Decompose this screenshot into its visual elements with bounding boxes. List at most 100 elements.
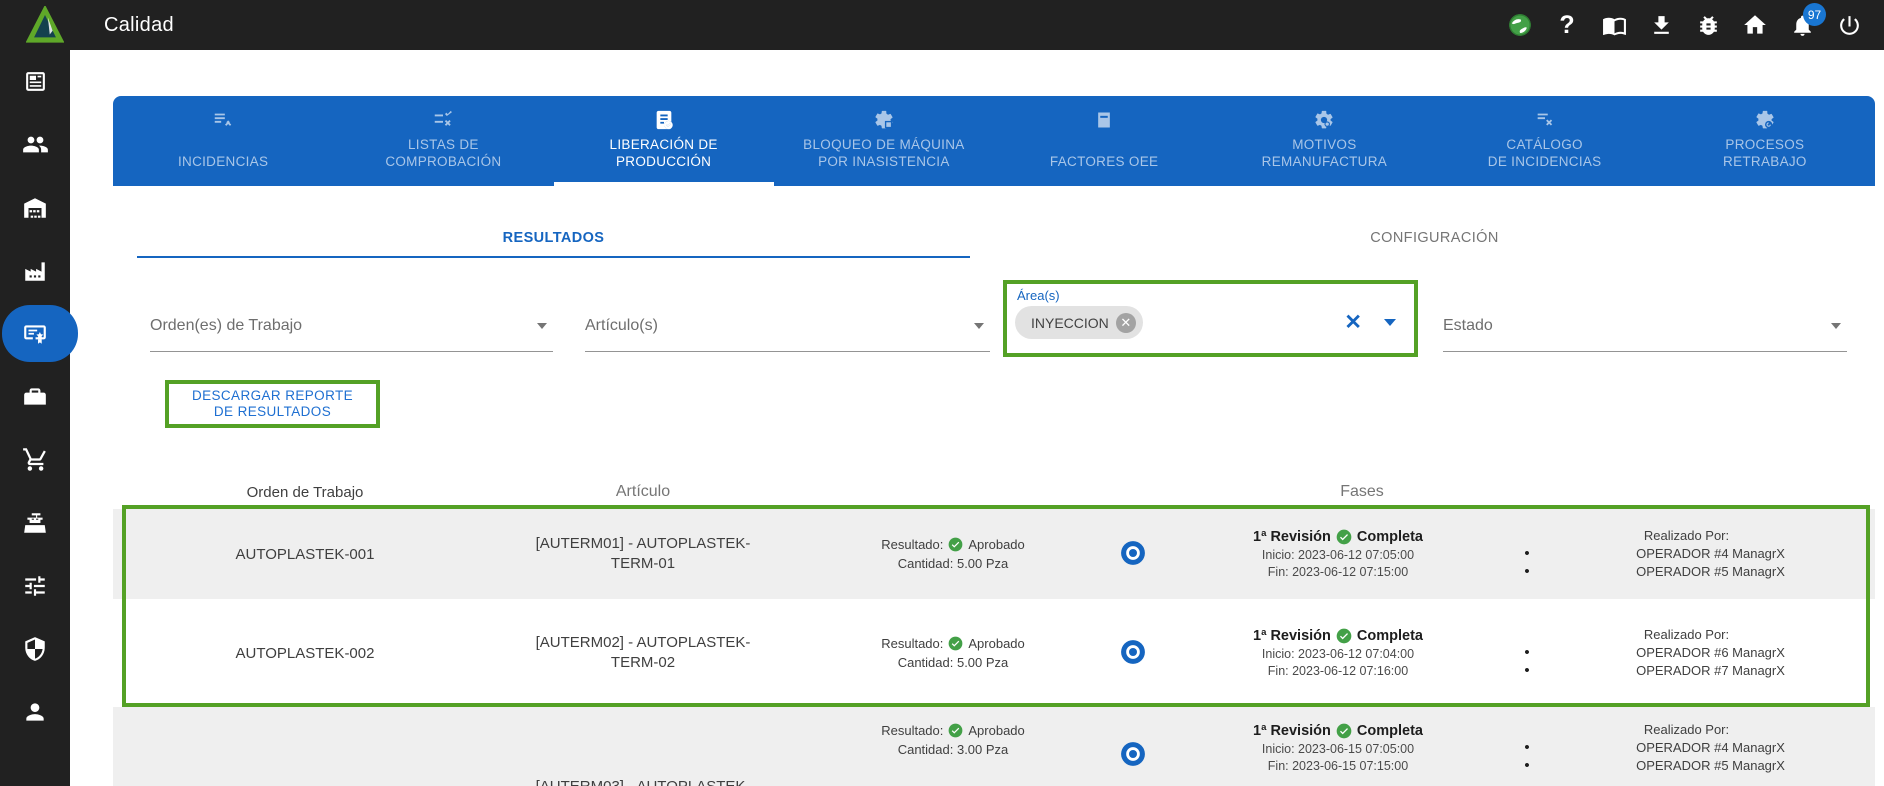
sidebar-item-noticias[interactable] bbox=[0, 50, 70, 113]
playlist-remove-icon bbox=[212, 107, 234, 131]
warehouse-icon bbox=[22, 195, 48, 221]
sidebar-item-configuracion[interactable] bbox=[0, 554, 70, 617]
cell-realizado-por: Realizado Por: •OPERADOR #4 ManagrX •OPE… bbox=[1503, 527, 1870, 581]
sidebar-item-seguridad[interactable] bbox=[0, 617, 70, 680]
cell-realizado-por: Realizado Por: •OPERADOR #4 ManagrX •OPE… bbox=[1503, 721, 1870, 775]
tab-motivos-remanufactura[interactable]: MOTIVOSREMANUFACTURA bbox=[1214, 96, 1434, 186]
person-icon bbox=[22, 699, 48, 725]
topbar-actions: ? 97 bbox=[1507, 12, 1862, 38]
cell-fases: 1ª Revisión Completa Inicio: 2023-06-12 … bbox=[1173, 626, 1503, 680]
cell-orden: AUTOPLASTEK-002 bbox=[137, 645, 473, 662]
sidebar-item-compras[interactable] bbox=[0, 428, 70, 491]
tab-procesos-retrabajo[interactable]: PROCESOSRETRABAJO bbox=[1655, 96, 1875, 186]
topbar: Calidad ? 97 bbox=[0, 0, 1884, 50]
page-title: Calidad bbox=[104, 14, 174, 37]
chevron-down-icon[interactable] bbox=[1384, 319, 1396, 326]
header-articulo: Artículo bbox=[473, 483, 813, 501]
sidebar-item-produccion[interactable] bbox=[0, 239, 70, 302]
factory-icon bbox=[22, 258, 48, 284]
table-row: [AUTERM03] - AUTOPLASTEK- Resultado: Apr… bbox=[113, 707, 1875, 786]
app-logo-icon bbox=[26, 6, 64, 44]
area-label: Área(s) bbox=[1017, 288, 1406, 303]
download-icon[interactable] bbox=[1648, 12, 1674, 38]
power-icon[interactable] bbox=[1836, 12, 1862, 38]
subtab-configuracion[interactable]: CONFIGURACIÓN bbox=[994, 220, 1875, 256]
sidebar-item-calidad[interactable] bbox=[0, 302, 70, 365]
bullet: • bbox=[1503, 739, 1551, 757]
list-remove-icon bbox=[1534, 107, 1556, 131]
view-details-button[interactable] bbox=[1120, 639, 1146, 668]
eye-icon bbox=[1120, 540, 1146, 566]
subtab-label: CONFIGURACIÓN bbox=[1370, 230, 1498, 246]
area-chip-label: INYECCION bbox=[1031, 315, 1109, 331]
gear-block-icon bbox=[873, 107, 895, 131]
download-report-highlight: DESCARGAR REPORTE DE RESULTADOS bbox=[165, 380, 380, 428]
tab-bloqueo-maquina[interactable]: BLOQUEO DE MÁQUINAPOR INASISTENCIA bbox=[774, 96, 994, 186]
tab-listas-comprobacion[interactable]: LISTAS DECOMPROBACIÓN bbox=[333, 96, 553, 186]
sidebar-item-ventas[interactable] bbox=[0, 491, 70, 554]
bullet: • bbox=[1503, 545, 1551, 563]
tab-label: PROCESOS bbox=[1725, 136, 1804, 153]
header-fases: Fases bbox=[1197, 483, 1527, 501]
module-tabbar: INCIDENCIAS LISTAS DECOMPROBACIÓN LIBERA… bbox=[113, 96, 1875, 186]
bug-icon[interactable] bbox=[1695, 12, 1721, 38]
tab-label: FACTORES OEE bbox=[1050, 153, 1158, 170]
shield-icon bbox=[22, 636, 48, 662]
view-details-button[interactable] bbox=[1120, 540, 1146, 569]
eye-icon bbox=[1120, 639, 1146, 665]
articulo-select[interactable]: Artículo(s) bbox=[585, 300, 990, 352]
help-icon[interactable]: ? bbox=[1554, 12, 1580, 38]
cell-orden: AUTOPLASTEK-001 bbox=[137, 546, 473, 563]
home-icon[interactable] bbox=[1742, 12, 1768, 38]
articulo-label: Artículo(s) bbox=[585, 317, 658, 335]
area-chip[interactable]: INYECCION ✕ bbox=[1015, 306, 1143, 339]
bullet: • bbox=[1503, 662, 1551, 680]
check-circle-icon bbox=[1336, 723, 1352, 739]
checklist-icon bbox=[432, 107, 454, 131]
clear-selection-icon[interactable]: ✕ bbox=[1344, 312, 1362, 333]
bell-icon[interactable]: 97 bbox=[1789, 12, 1815, 38]
tab-factores-oee[interactable]: FACTORES OEE bbox=[994, 96, 1214, 186]
tab-label: LIBERACIÓN DE bbox=[610, 136, 718, 153]
archive-box-icon bbox=[1094, 107, 1114, 131]
download-report-button[interactable]: DESCARGAR REPORTE DE RESULTADOS bbox=[192, 388, 353, 420]
estado-select[interactable]: Estado bbox=[1443, 300, 1847, 352]
orden-trabajo-select[interactable]: Orden(es) de Trabajo bbox=[150, 300, 553, 352]
check-circle-icon bbox=[1336, 628, 1352, 644]
tab-incidencias[interactable]: INCIDENCIAS bbox=[113, 96, 333, 186]
cell-fases: 1ª Revisión Completa Inicio: 2023-06-15 … bbox=[1173, 721, 1503, 775]
table-header: Orden de Trabajo Artículo Fases bbox=[113, 475, 1875, 509]
eye-icon bbox=[1120, 741, 1146, 767]
header-orden: Orden de Trabajo bbox=[137, 484, 473, 501]
globe-icon[interactable] bbox=[1507, 12, 1533, 38]
bullet: • bbox=[1503, 563, 1551, 581]
tab-label: INCIDENCIAS bbox=[178, 153, 268, 170]
sidebar-item-mantenimiento[interactable] bbox=[0, 365, 70, 428]
tab-liberacion-produccion[interactable]: LIBERACIÓN DEPRODUCCIÓN bbox=[554, 96, 774, 186]
check-circle-icon bbox=[948, 636, 963, 651]
gear-rework-icon bbox=[1754, 107, 1776, 131]
check-circle-icon bbox=[948, 723, 963, 738]
sidebar-item-personal[interactable] bbox=[0, 113, 70, 176]
tab-label: LISTAS DE bbox=[408, 136, 479, 153]
book-icon[interactable] bbox=[1601, 12, 1627, 38]
gears-icon bbox=[1313, 107, 1335, 131]
cell-articulo: [AUTERM03] - AUTOPLASTEK- bbox=[473, 777, 813, 786]
sidebar-item-almacen[interactable] bbox=[0, 176, 70, 239]
quality-certificate-icon bbox=[22, 321, 48, 347]
table-row: AUTOPLASTEK-002 [AUTERM02] - AUTOPLASTEK… bbox=[113, 599, 1875, 707]
area-select-highlighted[interactable]: Área(s) INYECCION ✕ ✕ bbox=[1003, 280, 1418, 357]
cell-resultado: Resultado: Aprobado Cantidad: 3.00 Pza bbox=[823, 721, 1083, 759]
tune-icon bbox=[22, 573, 48, 599]
tab-catalogo-incidencias[interactable]: CATÁLOGODE INCIDENCIAS bbox=[1435, 96, 1655, 186]
toolbox-icon bbox=[22, 384, 48, 410]
view-details-button[interactable] bbox=[1120, 741, 1146, 770]
subtab-resultados[interactable]: RESULTADOS bbox=[113, 220, 994, 256]
sidebar-item-usuario[interactable] bbox=[0, 680, 70, 743]
bullet: • bbox=[1503, 644, 1551, 662]
cart-icon bbox=[22, 446, 49, 473]
sidebar bbox=[0, 50, 70, 786]
subtab-label: RESULTADOS bbox=[503, 230, 605, 246]
people-icon bbox=[22, 131, 49, 158]
chip-remove-icon[interactable]: ✕ bbox=[1116, 313, 1136, 333]
